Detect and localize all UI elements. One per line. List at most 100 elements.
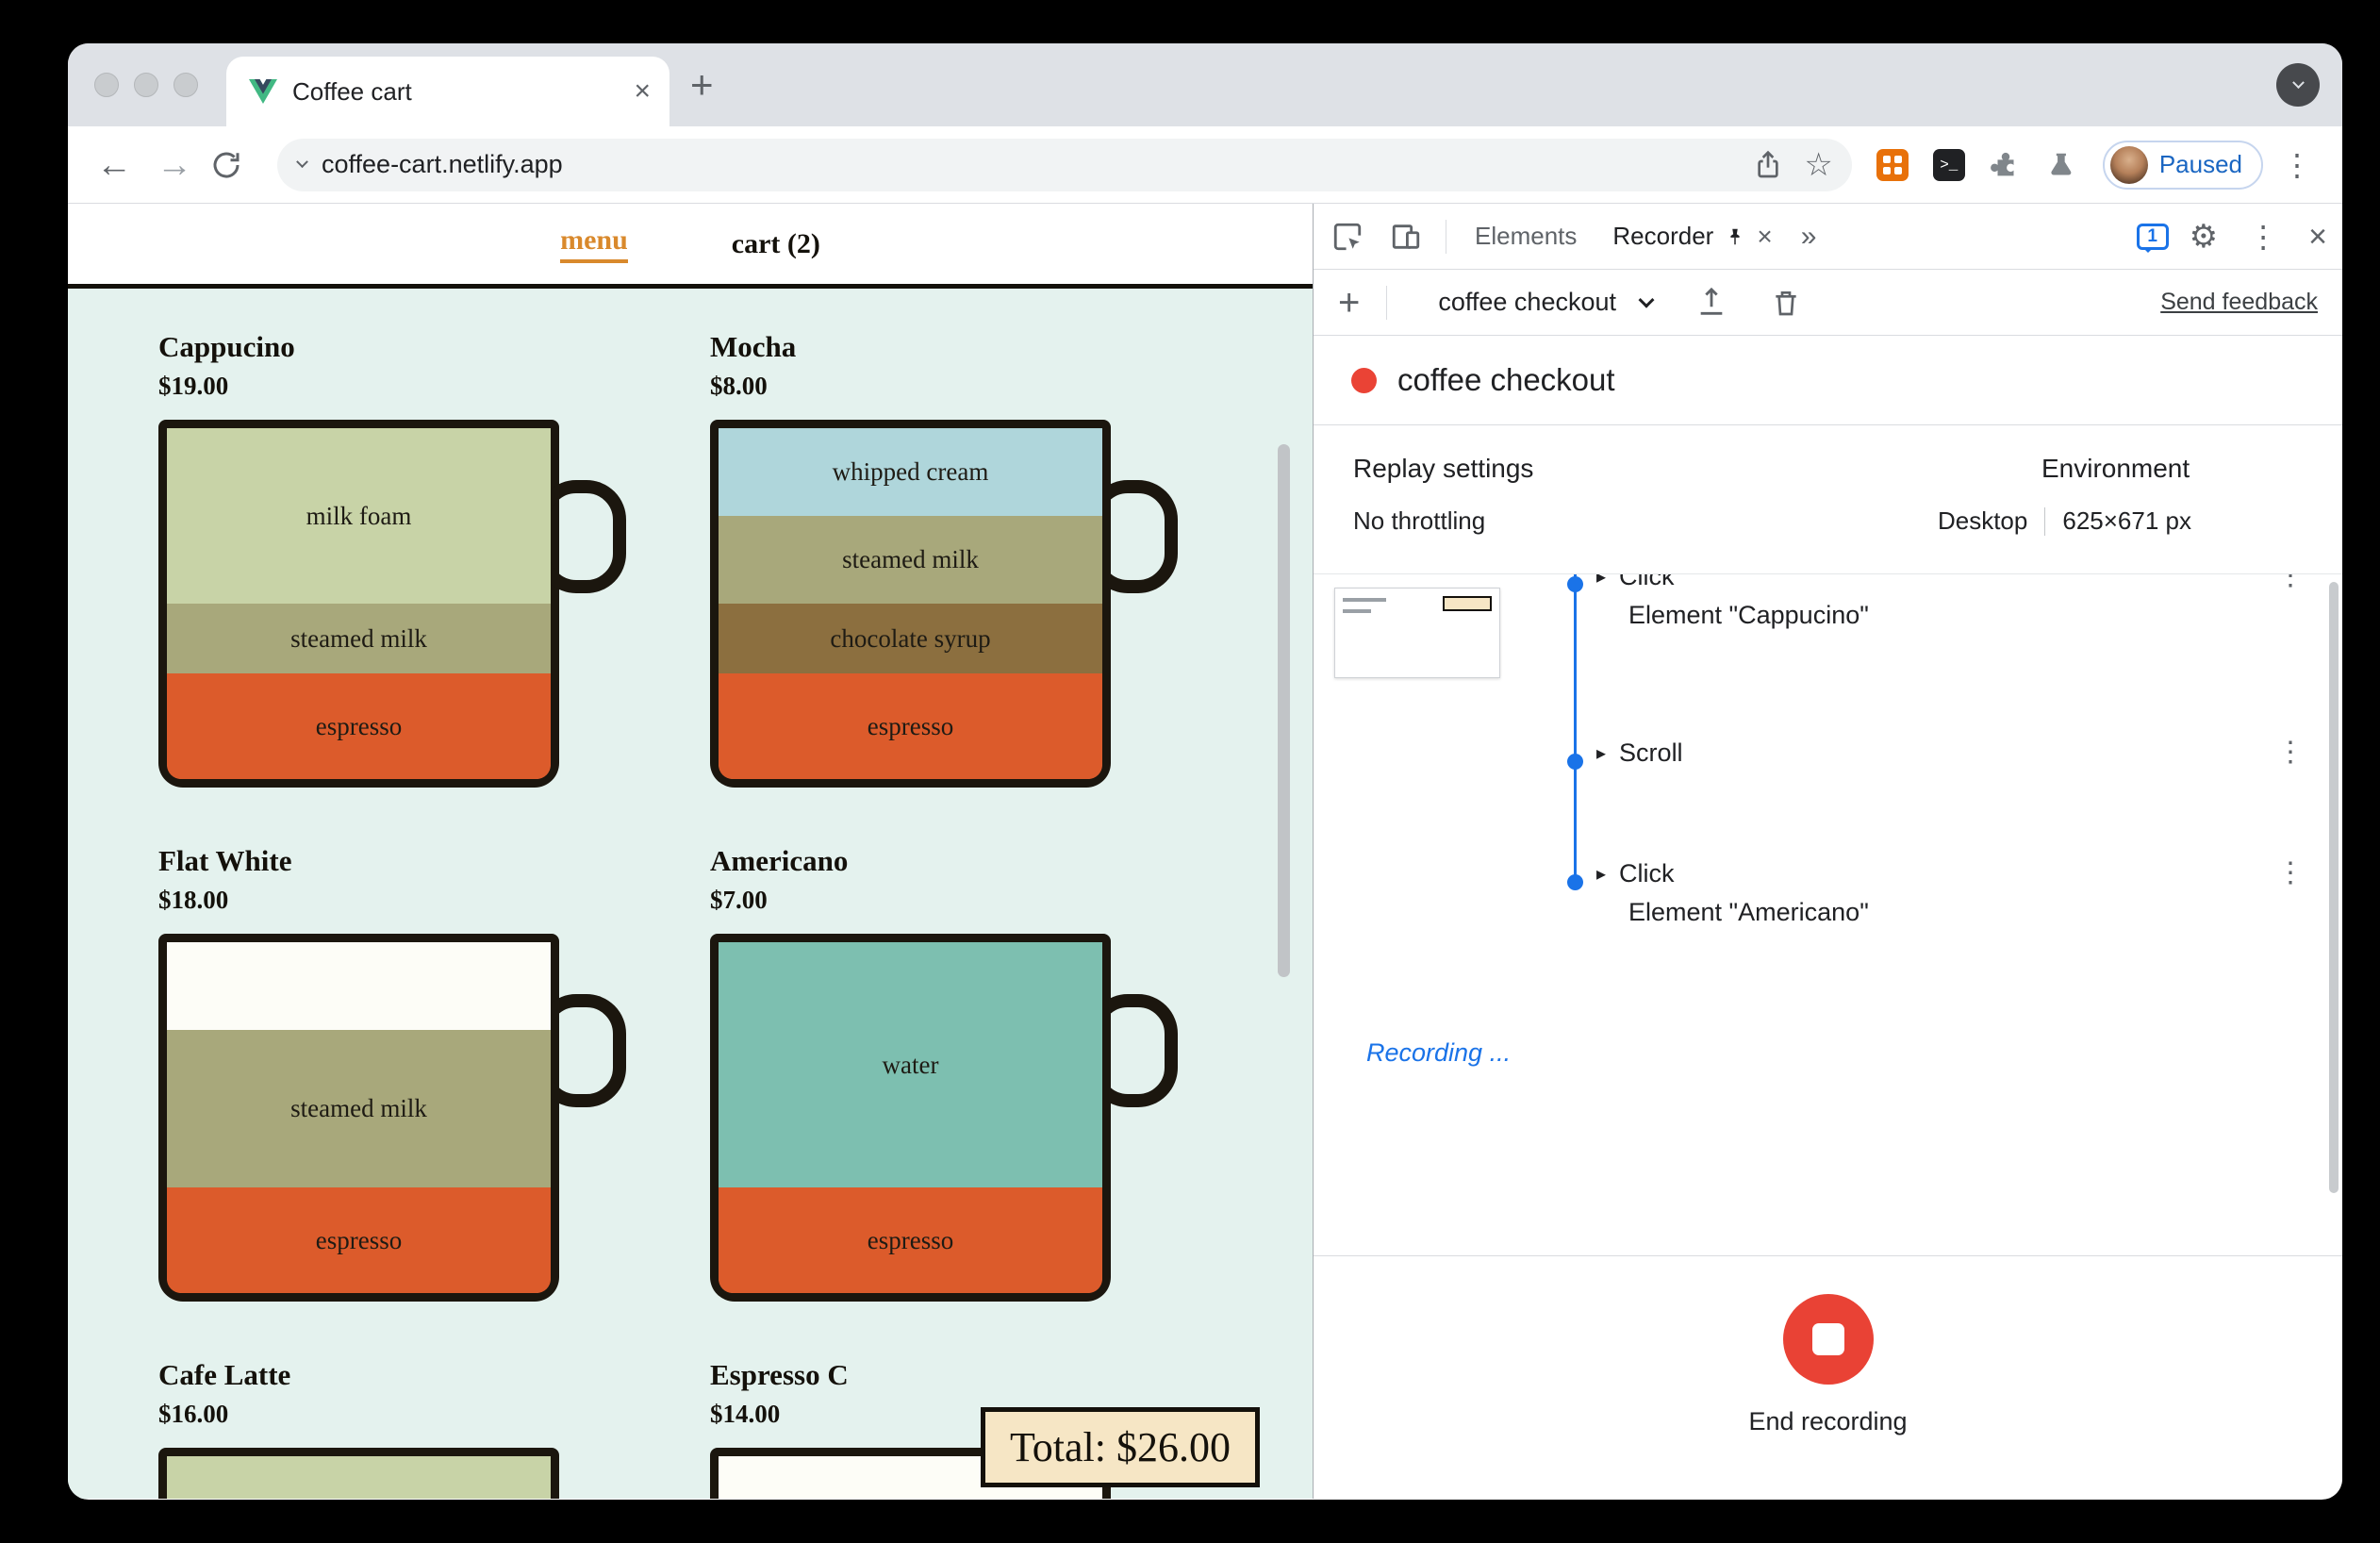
cup-layers — [167, 1456, 551, 1499]
tab-search-button[interactable] — [2276, 63, 2320, 107]
item-name: Flat White — [158, 844, 292, 877]
coffee-cup[interactable]: water espresso — [710, 934, 1178, 1302]
close-recorder-tab-icon[interactable]: × — [1757, 223, 1772, 250]
browser-menu-button[interactable]: ⋮ — [2273, 150, 2322, 180]
inspect-element-icon[interactable] — [1329, 218, 1366, 256]
cup-layer — [167, 942, 551, 1030]
new-tab-button[interactable]: + — [690, 65, 714, 105]
back-button[interactable]: ← — [89, 147, 140, 183]
extension-grid-icon[interactable] — [1875, 147, 1910, 183]
page-scrollbar[interactable] — [1278, 444, 1290, 977]
url-text[interactable]: coffee-cart.netlify.app — [322, 150, 1738, 179]
step-detail: Element "Americano" — [1628, 898, 1869, 926]
tab-recorder[interactable]: Recorder × — [1605, 222, 1779, 251]
item-name: Americano — [710, 844, 849, 877]
window-close-button[interactable] — [94, 73, 119, 97]
step-menu-button[interactable]: ⋮ — [2276, 738, 2305, 767]
disclosure-triangle-icon[interactable]: ▸ — [1596, 741, 1606, 765]
recorder-footer: End recording — [1314, 1255, 2342, 1499]
chevron-down-icon — [2291, 75, 2305, 89]
window-controls — [68, 73, 226, 97]
refresh-button[interactable] — [209, 148, 260, 182]
devtools-menu-button[interactable]: ⋮ — [2239, 222, 2288, 252]
replay-settings-block: Replay settings No throttling — [1353, 454, 1533, 536]
menu-item[interactable]: Flat White $18.00 steamed milk espresso — [158, 844, 710, 1302]
device-toolbar-icon[interactable] — [1387, 218, 1425, 256]
issues-badge[interactable]: 1 — [2136, 223, 2169, 253]
coffee-cup[interactable]: whipped cream steamed milk chocolate syrup… — [710, 420, 1178, 788]
tab-strip: Coffee cart × + — [68, 43, 2342, 126]
cup-layer-label: espresso — [315, 711, 403, 740]
address-bar[interactable]: coffee-cart.netlify.app ☆ — [277, 138, 1852, 191]
profile-button[interactable]: Paused — [2102, 140, 2263, 190]
nav-cart-link[interactable]: cart (2) — [732, 228, 820, 260]
item-name: Cappucino — [158, 330, 295, 363]
environment-device: Desktop — [1937, 506, 2028, 535]
share-icon[interactable] — [1753, 149, 1783, 181]
export-recording-icon[interactable] — [1695, 287, 1727, 319]
cup-layer-label: milk foam — [306, 501, 412, 530]
disclosure-triangle-icon[interactable]: ▸ — [1596, 574, 1606, 589]
timeline-dot — [1567, 874, 1583, 890]
step-menu-button[interactable]: ⋮ — [2276, 574, 2305, 590]
menu-grid: Cappucino $19.00 milk foam steamed milk es… — [158, 330, 1313, 1499]
menu-item[interactable]: Cafe Latte $16.00 — [158, 1358, 710, 1499]
menu-item[interactable]: Americano $7.00 water espresso — [710, 844, 1262, 1302]
cup-layer-label: steamed milk — [842, 545, 979, 573]
tab-close-icon[interactable]: × — [634, 77, 651, 106]
add-recording-button[interactable]: + — [1330, 284, 1367, 322]
sync-status-label: Paused — [2158, 150, 2242, 178]
menu-item[interactable]: Cappucino $19.00 milk foam steamed milk es… — [158, 330, 710, 788]
close-devtools-icon[interactable]: × — [2308, 221, 2327, 253]
step-detail: Element "Cappucino" — [1628, 601, 1869, 629]
cup-layer — [167, 1456, 551, 1499]
end-recording-button[interactable] — [1782, 1294, 1874, 1385]
menu-item[interactable]: Mocha $8.00 whipped cream steamed milk cho… — [710, 330, 1262, 788]
site-info-chevron-icon[interactable] — [296, 156, 308, 169]
forward-button[interactable]: → — [149, 147, 200, 183]
extensions-puzzle-icon[interactable] — [1988, 147, 2024, 183]
coffee-cup[interactable]: milk foam steamed milk espresso — [158, 420, 626, 788]
gear-icon[interactable]: ⚙ — [2190, 221, 2218, 253]
delete-recording-icon[interactable] — [1771, 287, 1801, 319]
recorder-step[interactable]: ▸ Scroll ⋮ — [1596, 736, 2342, 770]
devtools-scrollbar[interactable] — [2329, 582, 2339, 1193]
stop-icon — [1811, 1323, 1844, 1355]
environment-block: Environment Desktop 625×671 px — [1938, 454, 2191, 536]
bookmark-star-icon[interactable]: ☆ — [1804, 149, 1832, 181]
recording-select[interactable]: coffee checkout — [1438, 288, 1655, 317]
nav-menu-link[interactable]: menu — [560, 224, 628, 263]
menu-page-body: Cappucino $19.00 milk foam steamed milk es… — [68, 289, 1313, 1499]
window-zoom-button[interactable] — [174, 73, 198, 97]
cup-layer: whipped cream — [719, 428, 1102, 516]
recorder-step[interactable]: ▸ Click ⋮ Element "Cappucino" — [1596, 574, 2342, 630]
replay-settings-section: Replay settings No throttling Environmen… — [1314, 425, 2342, 574]
item-price: $16.00 — [158, 1400, 229, 1428]
coffee-cup[interactable] — [158, 1448, 559, 1499]
coffee-cup[interactable]: steamed milk espresso — [158, 934, 626, 1302]
more-tabs-icon[interactable]: » — [1801, 221, 1817, 253]
recorder-step[interactable]: ▸ Click ⋮ Element "Americano" — [1596, 856, 2342, 927]
end-recording-label: End recording — [1748, 1407, 1908, 1435]
extension-terminal-icon[interactable]: >_ — [1931, 147, 1967, 183]
vue-favicon-icon — [249, 79, 277, 104]
profile-avatar — [2109, 145, 2148, 184]
pin-icon — [1725, 226, 1745, 247]
cup-layer: espresso — [167, 673, 551, 779]
window-minimize-button[interactable] — [134, 73, 158, 97]
disclosure-triangle-icon[interactable]: ▸ — [1596, 862, 1606, 886]
browser-tab[interactable]: Coffee cart × — [226, 57, 669, 126]
recorder-steps-list: ▸ Click ⋮ Element "Cappucino" ▸ Scroll ⋮… — [1596, 574, 2342, 927]
tab-elements[interactable]: Elements — [1467, 222, 1584, 251]
extension-flask-icon[interactable] — [2044, 147, 2080, 183]
replay-settings-heading: Replay settings — [1353, 454, 1534, 483]
send-feedback-link[interactable]: Send feedback — [2160, 289, 2318, 316]
cart-total[interactable]: Total: $26.00 — [980, 1407, 1260, 1487]
recording-title-row: coffee checkout — [1314, 336, 2342, 425]
throttling-value[interactable]: No throttling — [1353, 506, 1533, 536]
recorder-steps-section: ▸ Click ⋮ Element "Cappucino" ▸ Scroll ⋮… — [1314, 574, 2342, 1255]
page-header: menu cart (2) — [68, 204, 1313, 289]
step-menu-button[interactable]: ⋮ — [2276, 859, 2305, 888]
chevron-down-icon — [1638, 291, 1655, 308]
browser-window: Coffee cart × + ← → coffee-cart.netlify.… — [68, 43, 2342, 1500]
